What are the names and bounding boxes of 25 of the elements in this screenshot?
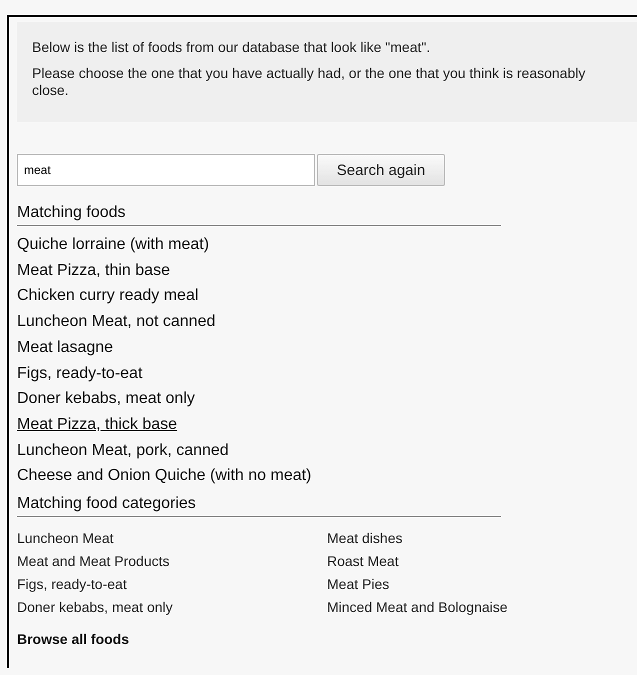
food-link[interactable]: Luncheon Meat, pork, canned (17, 438, 229, 464)
food-link[interactable]: Meat lasagne (17, 334, 114, 361)
food-link[interactable]: Chicken curry ready meal (17, 283, 198, 310)
food-link[interactable]: Figs, ready-to-eat (17, 360, 142, 386)
category-link[interactable]: Luncheon Meat (17, 527, 327, 550)
category-link[interactable]: Minced Meat and Bolognaise (327, 596, 577, 620)
food-link[interactable]: Luncheon Meat, not canned (17, 309, 216, 335)
search-again-button[interactable]: Search again (317, 154, 445, 186)
intro-text: Below is the list of foods from our database that look like "meat". (32, 39, 432, 56)
search-field[interactable]: meat (17, 154, 315, 186)
category-link[interactable]: Roast Meat (327, 550, 577, 574)
category-link[interactable]: Figs, ready-to-eat (17, 573, 327, 596)
food-link[interactable]: Meat Pizza, thin base (17, 258, 170, 284)
intro-text: Please choose the one that you have actually had, or the one that you think is reasonably close. (32, 65, 586, 99)
food-link[interactable]: Meat Pizza, thick base (17, 412, 178, 438)
food-link[interactable]: Cheese and Onion Quiche (with no meat) (17, 463, 312, 490)
category-link[interactable]: Meat dishes (327, 527, 577, 550)
food-link[interactable]: Quiche lorraine (with meat) (17, 232, 210, 258)
category-link[interactable]: Meat and Meat Products (17, 550, 327, 574)
category-link[interactable]: Doner kebabs, meat only (17, 596, 327, 620)
category-link[interactable]: Meat Pies (327, 573, 577, 596)
food-link[interactable]: Doner kebabs, meat only (17, 386, 195, 412)
section-heading: Matching food categories (17, 495, 501, 518)
section-heading: Matching foods (17, 204, 501, 226)
browse-link[interactable]: Browse all foods (17, 631, 501, 648)
